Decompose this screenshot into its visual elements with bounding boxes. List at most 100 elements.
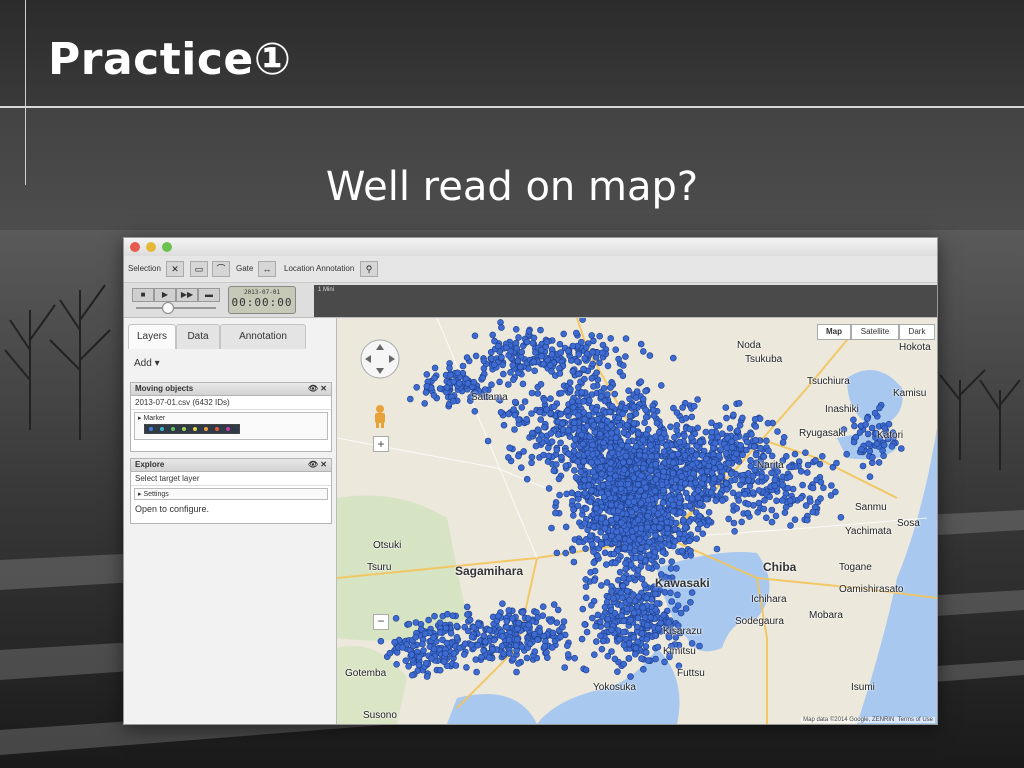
moving-object-point bbox=[628, 508, 636, 516]
zoom-out-icon[interactable]: − bbox=[373, 614, 389, 630]
street-view-pegman-icon[interactable] bbox=[372, 404, 388, 428]
moving-object-point bbox=[596, 359, 603, 367]
moving-object-point bbox=[534, 390, 542, 397]
zoom-in-icon[interactable]: + bbox=[373, 436, 389, 452]
moving-object-point bbox=[615, 534, 623, 541]
moving-object-point bbox=[641, 419, 648, 426]
map-view[interactable]: + − Map Satellite Dark Noda Tsukuba Hoko… bbox=[337, 318, 937, 724]
explore-close-icon[interactable]: 👁 ✕ bbox=[308, 459, 327, 471]
marker-color-red[interactable] bbox=[215, 427, 219, 431]
marker-color-yellow[interactable] bbox=[193, 427, 197, 431]
moving-object-point bbox=[688, 589, 696, 596]
moving-object-point bbox=[659, 548, 667, 556]
moving-object-point bbox=[590, 548, 597, 555]
moving-object-point bbox=[495, 612, 502, 620]
marker-color-magenta[interactable] bbox=[226, 427, 230, 431]
moving-object-point bbox=[570, 419, 578, 427]
moving-object-point bbox=[785, 463, 793, 471]
moving-object-point bbox=[681, 432, 688, 440]
moving-object-point bbox=[596, 332, 604, 340]
moving-object-point bbox=[509, 615, 516, 622]
moving-object-point bbox=[562, 523, 570, 531]
tab-annotation[interactable]: Annotation bbox=[220, 324, 306, 349]
rectangle-select-icon[interactable]: ▭ bbox=[190, 261, 208, 277]
moving-object-point bbox=[646, 352, 654, 359]
explore-title: Explore bbox=[135, 460, 165, 469]
close-window-button[interactable] bbox=[130, 242, 140, 252]
moving-object-point bbox=[588, 601, 595, 609]
moving-object-point bbox=[639, 665, 647, 673]
moving-object-point bbox=[581, 355, 588, 362]
moving-object-point bbox=[681, 452, 689, 459]
data-file-row[interactable]: 2013-07-01.csv (6432 IDs) bbox=[131, 396, 331, 410]
moving-object-point bbox=[474, 641, 482, 649]
menu-icon[interactable]: ▬ bbox=[198, 288, 220, 302]
moving-object-point bbox=[669, 508, 677, 515]
marker-group[interactable]: ▸ Marker bbox=[134, 412, 328, 440]
zoom-window-button[interactable] bbox=[162, 242, 172, 252]
gate-line-icon[interactable]: ↔ bbox=[258, 261, 276, 277]
moving-object-point bbox=[581, 620, 588, 628]
moving-object-point bbox=[645, 564, 652, 571]
marker-color-green[interactable] bbox=[171, 427, 175, 431]
lasso-select-icon[interactable]: ⌒ bbox=[212, 261, 230, 277]
map-type-satellite-button[interactable]: Satellite bbox=[851, 324, 899, 340]
moving-object-point bbox=[578, 389, 586, 396]
speed-slider-knob[interactable] bbox=[162, 302, 174, 314]
add-layer-button[interactable]: Add ▾ bbox=[134, 358, 160, 369]
moving-object-point bbox=[558, 453, 565, 461]
moving-object-point bbox=[586, 397, 593, 404]
stop-icon[interactable]: ■ bbox=[132, 288, 154, 302]
moving-object-point bbox=[722, 450, 730, 457]
moving-object-point bbox=[660, 448, 668, 455]
moving-object-point bbox=[513, 668, 520, 676]
moving-object-point bbox=[642, 406, 649, 414]
moving-object-point bbox=[604, 615, 612, 623]
pin-icon[interactable]: ⚲ bbox=[360, 261, 378, 277]
moving-object-point bbox=[554, 606, 562, 614]
moving-object-point bbox=[727, 470, 735, 477]
marker-color-lime[interactable] bbox=[182, 427, 186, 431]
gate-label: Gate bbox=[236, 264, 254, 273]
layer-visibility-icon[interactable]: 👁 ✕ bbox=[308, 383, 327, 395]
moving-object-point bbox=[423, 371, 431, 378]
moving-object-point bbox=[647, 452, 655, 460]
timeline-strip[interactable]: 1 Mini bbox=[314, 285, 937, 317]
moving-object-point bbox=[575, 412, 582, 419]
clear-selection-icon[interactable]: ✕ bbox=[166, 261, 184, 277]
moving-object-point bbox=[739, 476, 746, 484]
map-type-dark-button[interactable]: Dark bbox=[899, 324, 935, 340]
map-label-tsukuba: Tsukuba bbox=[745, 354, 783, 365]
moving-object-point bbox=[588, 332, 595, 339]
moving-object-point bbox=[749, 472, 757, 480]
speed-slider-track[interactable] bbox=[136, 307, 216, 309]
moving-object-point bbox=[880, 441, 888, 449]
moving-object-point bbox=[536, 408, 543, 416]
marker-color-palette[interactable] bbox=[144, 424, 240, 434]
map-type-map-button[interactable]: Map bbox=[817, 324, 851, 340]
moving-object-point bbox=[547, 395, 554, 402]
moving-object-point bbox=[862, 421, 870, 428]
moving-object-point bbox=[543, 338, 551, 346]
marker-color-cyan[interactable] bbox=[160, 427, 164, 431]
tab-data[interactable]: Data bbox=[176, 324, 220, 349]
minimize-window-button[interactable] bbox=[146, 242, 156, 252]
moving-object-point bbox=[537, 346, 545, 354]
tab-layers[interactable]: Layers bbox=[128, 324, 176, 349]
marker-color-orange[interactable] bbox=[204, 427, 208, 431]
fast-forward-icon[interactable]: ▶▶ bbox=[176, 288, 198, 302]
moving-object-point bbox=[696, 438, 704, 446]
marker-color-blue[interactable] bbox=[149, 427, 153, 431]
settings-group[interactable]: ▸ Settings bbox=[134, 488, 328, 500]
moving-object-point bbox=[545, 452, 552, 460]
moving-object-point bbox=[817, 478, 825, 486]
moving-object-point bbox=[755, 487, 763, 494]
pan-control-icon[interactable] bbox=[359, 338, 401, 380]
moving-object-point bbox=[654, 624, 662, 632]
select-target-layer[interactable]: Select target layer bbox=[131, 472, 331, 486]
moving-object-point bbox=[539, 612, 547, 620]
terms-of-use-link[interactable]: Terms of Use bbox=[898, 717, 933, 723]
moving-object-point bbox=[415, 661, 423, 669]
play-icon[interactable]: ▶ bbox=[154, 288, 176, 302]
moving-object-point bbox=[625, 387, 632, 394]
